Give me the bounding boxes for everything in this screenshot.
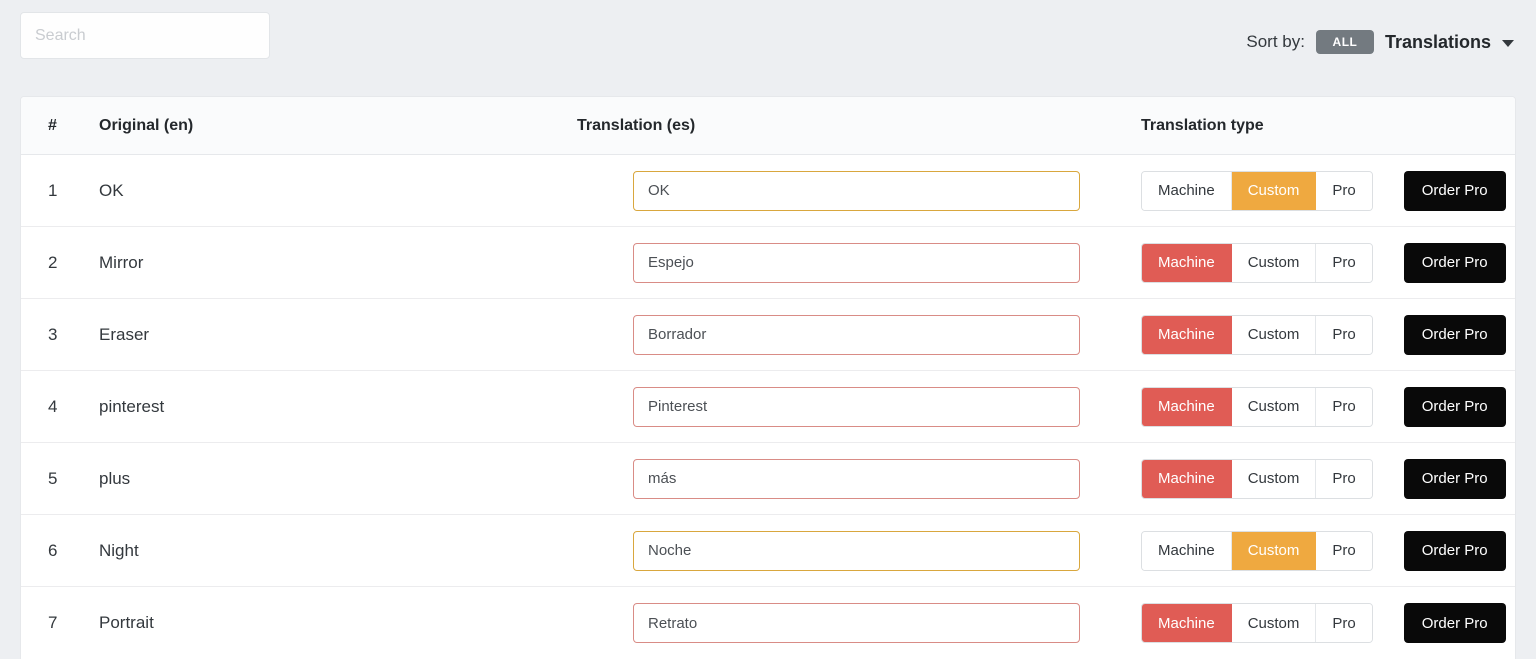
table-row: 6 Night MachineCustomPro Order Pro [21,515,1515,587]
order-pro-button[interactable]: Order Pro [1403,314,1506,355]
toolbar: Sort by: ALL Translations [0,0,1536,96]
original-text: pinterest [99,396,165,416]
original-text: Portrait [99,613,154,632]
row-number: 2 [48,252,58,272]
original-text: Eraser [99,324,150,344]
original-text: Night [99,540,139,560]
segment-pro-button[interactable]: Pro [1316,531,1372,570]
segment-custom-button[interactable]: Custom [1231,459,1317,498]
translation-cell [577,242,1111,283]
order-pro-button[interactable]: Order Pro [1403,242,1506,283]
header-original: Original (en) [99,116,194,134]
table-row: 3 Eraser MachineCustomPro Order Pro [21,299,1515,371]
segment-pro-button[interactable]: Pro [1316,604,1372,642]
original-text: Mirror [99,252,144,272]
sort-dropdown[interactable]: Translations [1385,32,1514,53]
translation-cell [577,458,1111,499]
translation-type-group: Machine Custom Pro [1141,530,1373,571]
translation-type-group: Machine Custom Pro [1141,458,1373,499]
order-pro-button[interactable]: Order Pro [1403,458,1506,499]
translation-cell [577,603,1111,643]
translation-input[interactable] [633,458,1080,499]
search-field-wrapper [20,12,270,59]
segment-custom-button[interactable]: Custom [1231,171,1317,210]
segment-pro-button[interactable]: Pro [1316,315,1372,354]
segment-custom-button[interactable]: Custom [1231,315,1317,354]
translation-input[interactable] [633,530,1080,571]
row-number: 3 [48,324,58,344]
segment-pro-button[interactable]: Pro [1316,171,1372,210]
translation-cell [577,170,1111,211]
sort-controls: Sort by: ALL Translations [1246,30,1514,54]
segment-pro-button[interactable]: Pro [1316,459,1372,498]
sort-dropdown-value: Translations [1384,31,1491,52]
segment-machine-button[interactable]: Machine [1142,604,1232,642]
chevron-down-icon [1502,40,1514,47]
segment-custom-button[interactable]: Custom [1231,243,1317,282]
translation-type-group: Machine Custom Pro [1141,386,1373,427]
translation-type-cell: Machine Custom Pro Order Pro [1111,170,1515,211]
row-number: 7 [48,613,58,632]
segment-pro-button[interactable]: Pro [1316,387,1372,426]
table-row: 2 Mirror MachineCustomPro Order Pro [21,227,1515,299]
segment-custom-button[interactable]: Custom [1231,604,1317,642]
table-row: 7 Portrait MachineCustomPro Order Pro [21,587,1515,659]
table-row: 5 plus MachineCustomPro Order Pro [21,443,1515,515]
translation-input[interactable] [633,242,1080,283]
translations-table: # Original (en) Translation (es) Transla… [20,96,1516,659]
translation-cell [577,530,1111,571]
translation-type-cell: Machine Custom Pro Order Pro [1111,603,1515,643]
translation-type-group: Machine Custom Pro [1141,242,1373,283]
table-body: 1OKMachineCustomProOrder Pro2MirrorMachi… [21,155,1515,659]
original-text: plus [99,468,131,488]
translation-input[interactable] [633,170,1080,211]
translation-cell [577,386,1111,427]
table-row: 1 OK MachineCustomPro Order Pro [21,155,1515,227]
translation-type-cell: Machine Custom Pro Order Pro [1111,530,1515,571]
header-translation: Translation (es) [577,116,696,134]
original-text: OK [99,180,124,200]
segment-machine-button[interactable]: Machine [1142,315,1232,354]
segment-machine-button[interactable]: Machine [1142,459,1232,498]
translation-cell [577,314,1111,355]
translation-type-cell: Machine Custom Pro Order Pro [1111,386,1515,427]
translation-type-group: Machine Custom Pro [1141,314,1373,355]
translation-input[interactable] [633,314,1080,355]
row-number: 4 [48,396,58,416]
sort-all-badge[interactable]: ALL [1315,30,1374,54]
row-number: 6 [48,540,58,560]
translation-type-cell: Machine Custom Pro Order Pro [1111,458,1515,499]
translation-input[interactable] [633,603,1080,643]
segment-machine-button[interactable]: Machine [1142,171,1232,210]
translation-type-group: Machine Custom Pro [1141,603,1373,643]
translation-type-cell: Machine Custom Pro Order Pro [1111,242,1515,283]
translation-input[interactable] [633,386,1080,427]
segment-machine-button[interactable]: Machine [1142,243,1232,282]
segment-custom-button[interactable]: Custom [1231,531,1317,570]
sort-by-label: Sort by: [1246,32,1305,51]
table-header-row: # Original (en) Translation (es) Transla… [21,97,1515,155]
header-translation-type: Translation type [1141,116,1264,134]
translation-type-group: Machine Custom Pro [1141,170,1373,211]
segment-custom-button[interactable]: Custom [1231,387,1317,426]
order-pro-button[interactable]: Order Pro [1403,386,1506,427]
order-pro-button[interactable]: Order Pro [1403,603,1506,643]
order-pro-button[interactable]: Order Pro [1403,530,1506,571]
segment-machine-button[interactable]: Machine [1142,387,1232,426]
row-number: 1 [48,180,58,200]
row-number: 5 [48,468,58,488]
translation-type-cell: Machine Custom Pro Order Pro [1111,314,1515,355]
table-row: 4 pinterest MachineCustomPro Order Pro [21,371,1515,443]
segment-pro-button[interactable]: Pro [1316,243,1372,282]
order-pro-button[interactable]: Order Pro [1403,170,1506,211]
header-number: # [48,116,57,134]
search-input[interactable] [20,12,270,59]
segment-machine-button[interactable]: Machine [1142,531,1232,570]
